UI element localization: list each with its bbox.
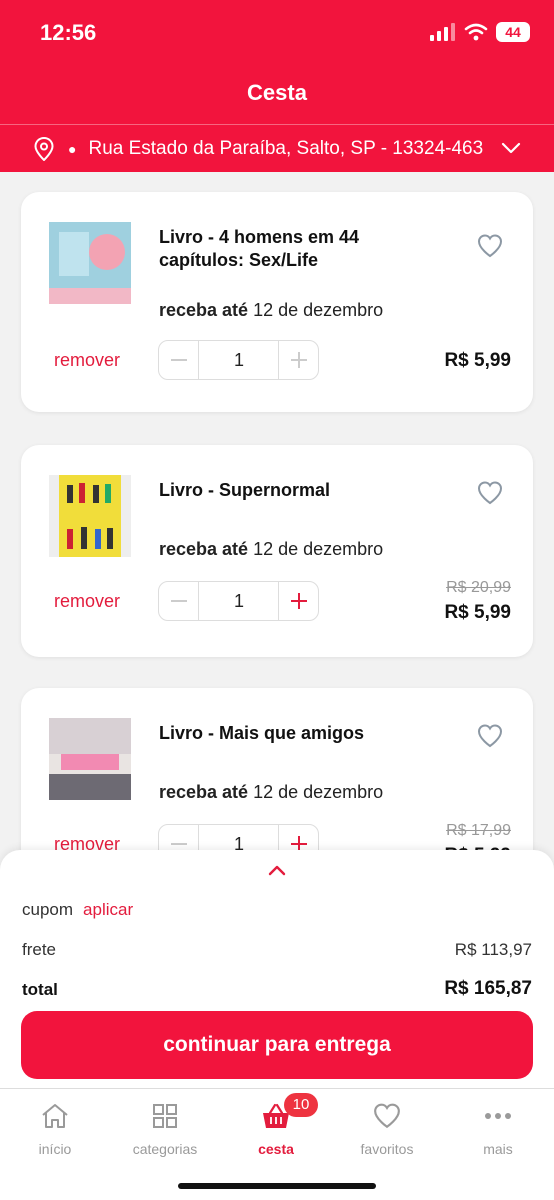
increase-quantity-button[interactable] [278,341,318,379]
quantity-value[interactable]: 1 [199,341,279,379]
product-title[interactable]: Livro - Supernormal [159,479,419,502]
status-icons: 44 [430,22,530,42]
favorite-heart-icon[interactable] [477,481,503,505]
original-price: R$ 17,99 [446,822,511,839]
book-cover-image[interactable] [49,475,131,557]
book-cover-art [59,475,121,557]
top-bar: 12:56 44 Cesta [0,0,554,124]
delivery-estimate: receba até 12 de dezembro [159,539,383,560]
quantity-value[interactable]: 1 [199,582,279,620]
total-label: total [22,980,58,999]
signal-icon [430,23,455,41]
shipping-label: frete [22,940,57,959]
delivery-address-bar[interactable]: ● Rua Estado da Paraíba, Salto, SP - 133… [0,124,554,172]
chevron-down-icon[interactable] [500,137,522,159]
coupon-label: cupom [22,900,74,919]
remove-button[interactable]: remover [54,350,120,371]
total-row: total R$ 165,87 [22,978,532,1000]
product-title[interactable]: Livro - 4 homens em 44 capítulos: Sex/Li… [159,226,419,272]
delivery-estimate: receba até 12 de dezembro [159,782,383,803]
tab-favoritos[interactable]: favoritos [332,1099,442,1157]
tab-label: favoritos [360,1141,414,1157]
delivery-estimate: receba até 12 de dezembro [159,300,383,321]
quantity-stepper: 1 [158,340,319,380]
more-icon [485,1113,511,1119]
total-value: R$ 165,87 [444,978,532,999]
order-summary-sheet: cupom aplicar frete R$ 113,97 total R$ 16… [0,850,554,1090]
delivery-date: 12 de dezembro [253,300,384,320]
home-indicator [178,1183,376,1189]
product-price: R$ 5,99 [444,602,511,623]
tab-label: mais [483,1141,513,1157]
continue-to-delivery-button[interactable]: continuar para entrega [21,1011,533,1079]
minus-icon [170,600,187,602]
cart-item: Livro - 4 homens em 44 capítulos: Sex/Li… [21,192,533,412]
decrease-quantity-button[interactable] [159,341,199,379]
book-cover-image[interactable] [49,718,131,800]
remove-button[interactable]: remover [54,591,120,612]
product-price: R$ 5,99 [444,350,511,371]
heart-icon [374,1103,400,1129]
cart-item: Livro - Supernormal receba até 12 de dez… [21,445,533,657]
minus-icon [170,359,187,361]
favorite-heart-icon[interactable] [477,234,503,258]
increase-quantity-button[interactable] [278,582,318,620]
favorite-heart-icon[interactable] [477,724,503,748]
book-cover-art [49,718,131,800]
product-title[interactable]: Livro - Mais que amigos [159,722,419,745]
original-price: R$ 20,99 [446,579,511,596]
tab-categorias[interactable]: categorias [110,1099,220,1157]
cart-count-badge: 10 [284,1093,318,1117]
address-text: Rua Estado da Paraíba, Salto, SP - 13324… [88,137,484,159]
separator-dot: ● [68,140,77,157]
wifi-icon [464,23,488,41]
grid-icon [153,1104,177,1128]
quantity-stepper: 1 [158,581,319,621]
delivery-prefix: receba até [159,300,249,320]
coupon-row: cupom aplicar [22,900,532,920]
book-cover-art [49,222,131,304]
tab-label: início [38,1141,72,1157]
tab-label: categorias [132,1141,198,1157]
tab-inicio[interactable]: início [0,1099,110,1157]
plus-icon [290,352,307,368]
status-time: 12:56 [40,20,97,45]
tab-mais[interactable]: mais [443,1099,553,1157]
delivery-prefix: receba até [159,782,249,802]
delivery-date: 12 de dezembro [253,539,384,559]
location-pin-icon [34,136,54,161]
shipping-row: frete R$ 113,97 [22,940,532,960]
delivery-date: 12 de dezembro [253,782,384,802]
tab-label: cesta [258,1141,294,1157]
page-title: Cesta [247,80,307,105]
shipping-value: R$ 113,97 [454,940,532,959]
battery-indicator: 44 [496,22,530,42]
plus-icon [290,593,307,609]
delivery-prefix: receba até [159,539,249,559]
home-icon [42,1104,68,1128]
decrease-quantity-button[interactable] [159,582,199,620]
apply-coupon-link[interactable]: aplicar [83,900,133,919]
book-cover-image[interactable] [49,222,131,304]
chevron-up-icon[interactable] [268,864,286,876]
